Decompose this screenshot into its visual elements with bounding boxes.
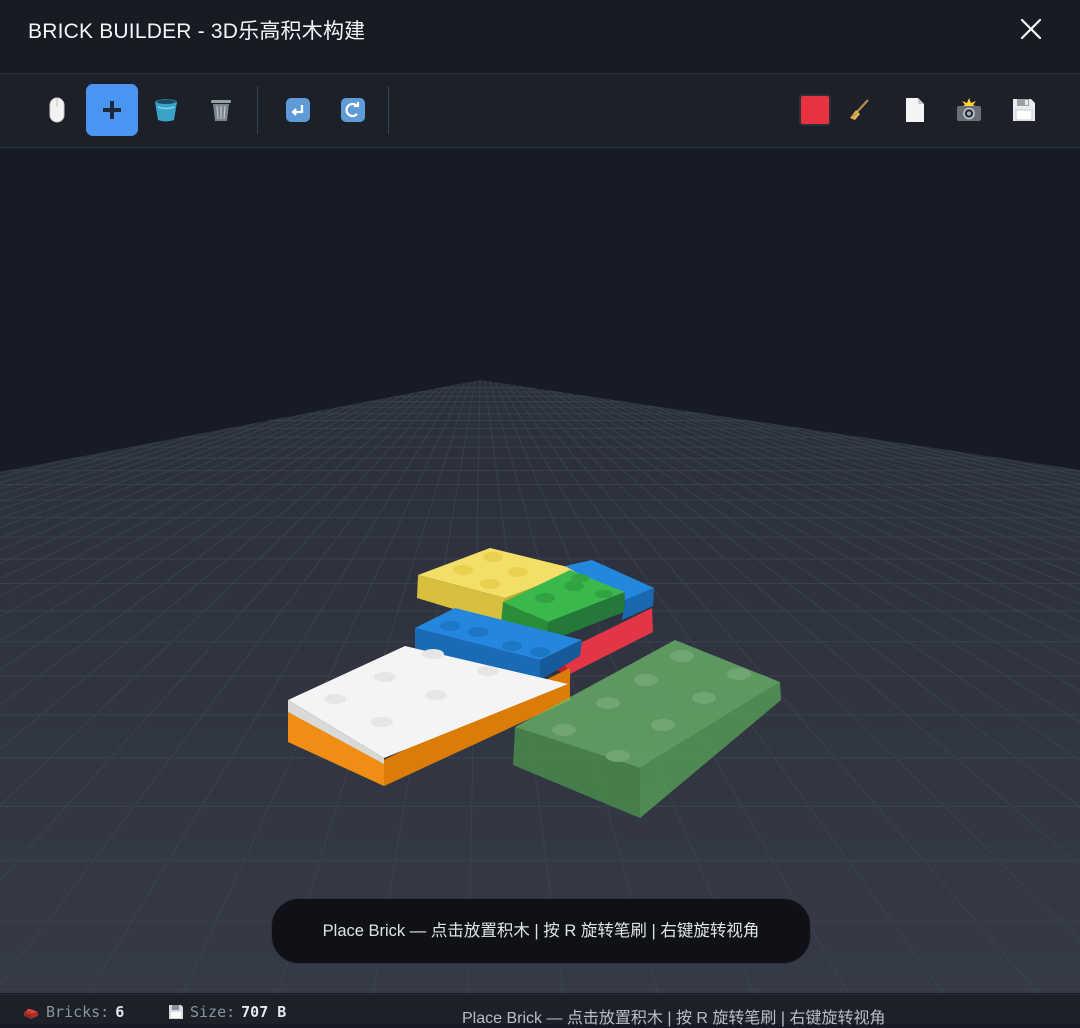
undo-icon [286,98,310,122]
bucket-icon [155,99,177,122]
document-icon [906,98,924,122]
brick-count: Bricks: 6 [22,1003,124,1021]
status-bar: Bricks: 6 Size: 707 B Place Brick — 点击放置… [0,994,1080,1027]
screenshot-button[interactable] [943,84,995,136]
toolbar-separator [257,86,258,134]
delete-tool-button[interactable] [195,84,247,136]
mouse-icon [49,97,65,123]
scene-canvas [0,148,1080,993]
camera-flash-icon [957,98,981,121]
size-label: Size: [190,1003,236,1021]
bricks-label: Bricks: [46,1003,110,1021]
floppy-disk-icon [169,1005,183,1019]
redo-button[interactable] [327,84,379,136]
toolbar-separator [388,86,389,134]
color-swatch [799,94,831,126]
bricks-value: 6 [115,1003,125,1021]
size-value: 707 B [241,1003,287,1021]
window-title: BRICK BUILDER - 3D乐高积木构建 [28,20,366,43]
toolbar [0,74,1080,148]
redo-icon [341,98,365,122]
new-file-button[interactable] [889,84,941,136]
hint-tooltip: Place Brick — 点击放置积木 | 按 R 旋转笔刷 | 右键旋转视角 [271,898,811,964]
undo-button[interactable] [272,84,324,136]
select-tool-button[interactable] [31,84,83,136]
broom-icon [850,99,869,120]
file-size: Size: 707 B [168,1003,286,1021]
save-button[interactable] [998,84,1050,136]
place-brick-tool-button[interactable] [86,84,138,136]
3d-viewport[interactable] [0,148,1080,993]
hint-text: Place Brick — 点击放置积木 | 按 R 旋转笔刷 | 右键旋转视角 [322,921,760,940]
paint-bucket-tool-button[interactable] [140,84,192,136]
brick-icon [24,1009,38,1019]
status-message: Place Brick — 点击放置积木 | 按 R 旋转笔刷 | 右键旋转视角 [462,1010,886,1027]
floppy-disk-icon [1013,99,1035,121]
plus-icon [103,101,121,119]
close-button[interactable] [1016,14,1046,44]
trash-icon [211,100,231,121]
clear-button[interactable] [834,84,886,136]
close-icon [1020,18,1042,40]
title-bar: BRICK BUILDER - 3D乐高积木构建 [0,0,1080,74]
